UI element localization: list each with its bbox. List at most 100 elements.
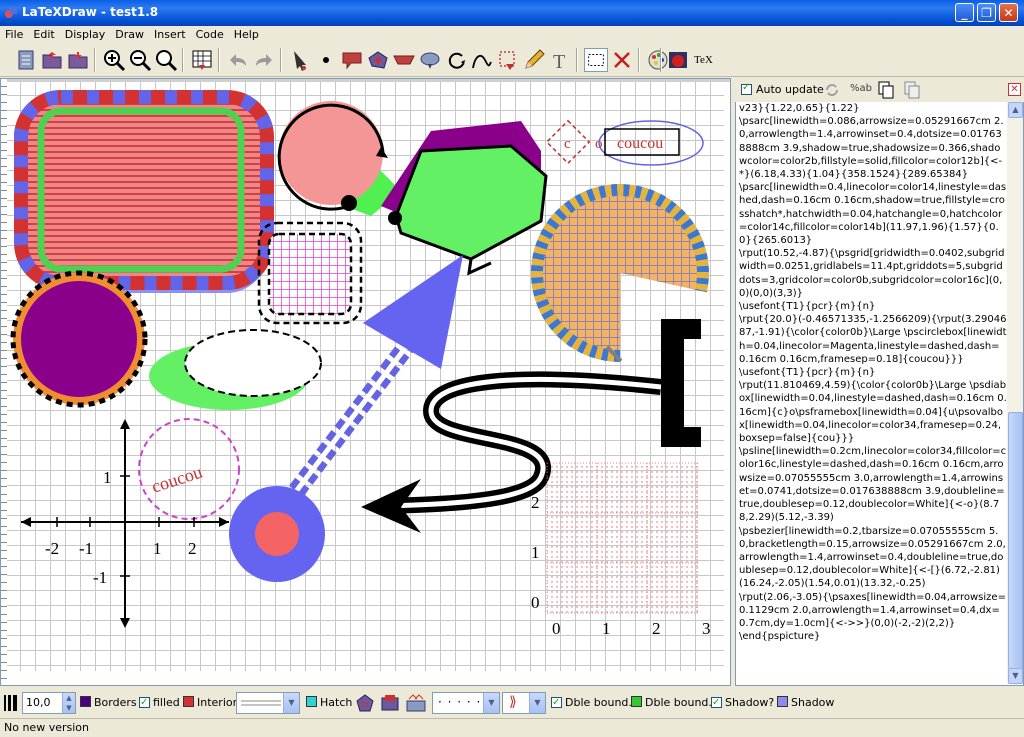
axis-x-tick-neg2: -2 bbox=[45, 539, 59, 558]
double-boundary-color-label: Dble bound. bbox=[645, 696, 712, 709]
line-style-dropdown-icon[interactable]: ▼ bbox=[283, 693, 299, 713]
zoom-out-icon[interactable] bbox=[128, 48, 152, 72]
shadow-checkbox[interactable]: Shadow? bbox=[711, 694, 774, 712]
menu-code[interactable]: Code bbox=[191, 26, 229, 43]
bezier-icon[interactable] bbox=[470, 48, 494, 72]
undo-icon[interactable] bbox=[226, 48, 250, 72]
close-button[interactable]: ✕ bbox=[999, 3, 1018, 22]
axis-x-tick-2: 2 bbox=[188, 539, 197, 558]
preview-icon[interactable] bbox=[666, 48, 690, 72]
ellipse-icon[interactable] bbox=[418, 48, 442, 72]
double-boundary-color-button[interactable]: Dble bound. bbox=[631, 694, 712, 712]
double-boundary-checkbox[interactable]: Dble bound. bbox=[551, 694, 632, 712]
spinner-arrows-icon[interactable]: ▲ ▼ bbox=[62, 693, 75, 713]
line-style-select[interactable]: ▼ bbox=[236, 692, 300, 714]
thickness-spinner[interactable]: 10,0 ▲ ▼ bbox=[22, 692, 76, 714]
auto-update-checkbox[interactable] bbox=[741, 82, 752, 95]
zoom-default-icon[interactable] bbox=[154, 48, 178, 72]
code-panel-header: Auto update %ab ✕ bbox=[735, 78, 1024, 102]
refresh-icon[interactable] bbox=[823, 81, 841, 99]
shadow-settings-icon[interactable] bbox=[405, 693, 427, 713]
minimize-button[interactable]: _ bbox=[955, 3, 974, 22]
code-vertical-scrollbar[interactable]: ▲ ▼ bbox=[1007, 102, 1023, 684]
shadow-color-button[interactable]: Shadow bbox=[777, 694, 834, 712]
main-toolbar: T TeX bbox=[0, 44, 1024, 77]
grid-x-label-2: 2 bbox=[652, 619, 661, 638]
menu-file[interactable]: File bbox=[0, 26, 28, 43]
menu-draw[interactable]: Draw bbox=[110, 26, 149, 43]
line-tool-icon[interactable] bbox=[340, 48, 364, 72]
dash-style-select[interactable]: · · · · · · ▼ bbox=[432, 692, 500, 714]
polygon-shape[interactable] bbox=[381, 121, 548, 276]
menu-display[interactable]: Display bbox=[60, 26, 111, 43]
coucou-circle-box[interactable]: coucou bbox=[138, 418, 240, 520]
close-code-panel-button[interactable]: ✕ bbox=[1008, 83, 1021, 96]
drawing-canvas[interactable]: c o coucou coucou -2 -1 1 2 1 -1 0 1 2 3… bbox=[7, 82, 724, 671]
tex-button[interactable]: TeX bbox=[694, 48, 718, 72]
scroll-up-icon[interactable]: ▲ bbox=[1008, 102, 1023, 118]
status-text: No new version bbox=[4, 721, 89, 734]
double-boundary-check-label: Dble bound. bbox=[565, 696, 632, 709]
drawing-area: c o coucou coucou -2 -1 1 2 1 -1 0 1 2 3… bbox=[0, 78, 731, 686]
dash-style-dropdown-icon[interactable]: ▼ bbox=[483, 693, 499, 713]
hatch-color-button[interactable]: Hatch bbox=[306, 694, 352, 712]
menu-edit[interactable]: Edit bbox=[28, 26, 59, 43]
grid-icon[interactable] bbox=[190, 48, 214, 72]
arc-shape[interactable] bbox=[277, 101, 401, 216]
arrow-style-dropdown-icon[interactable]: ▼ bbox=[529, 693, 545, 713]
rounded-rectangle-shape[interactable] bbox=[14, 90, 274, 293]
gradient-icon[interactable] bbox=[380, 693, 400, 713]
open-folder-icon[interactable] bbox=[40, 48, 64, 72]
save-folder-icon[interactable] bbox=[66, 48, 90, 72]
hatch-style-icon[interactable] bbox=[355, 693, 375, 713]
paste-icon[interactable] bbox=[903, 81, 921, 99]
menu-bar: File Edit Display Draw Insert Code Help bbox=[0, 26, 1024, 44]
maximize-button[interactable]: ❐ bbox=[977, 3, 996, 22]
borders-color-button[interactable]: Borders bbox=[80, 694, 137, 712]
code-text[interactable]: v23}{1.22,0.65}{1.22} \psarc[linewidth=0… bbox=[739, 102, 1007, 684]
thickness-icon bbox=[4, 695, 17, 711]
grid-x-label-1: 1 bbox=[602, 619, 611, 638]
drawing-svg[interactable]: c o coucou coucou -2 -1 1 2 1 -1 0 1 2 3… bbox=[7, 82, 724, 671]
coucou-diamond-text: c bbox=[564, 136, 571, 152]
dot-icon[interactable] bbox=[314, 48, 338, 72]
delete-icon[interactable] bbox=[610, 48, 634, 72]
shadow-check-label: Shadow? bbox=[725, 696, 775, 709]
axes-shape[interactable]: -2 -1 1 2 1 -1 bbox=[21, 419, 229, 628]
new-document-icon[interactable] bbox=[14, 48, 38, 72]
polygon-icon[interactable] bbox=[366, 48, 390, 72]
grid-y-label-2: 2 bbox=[531, 493, 540, 512]
code-scroll-thumb[interactable] bbox=[1008, 412, 1023, 669]
axis-x-tick-neg1: -1 bbox=[79, 539, 93, 558]
coucou-text-box[interactable]: c o coucou bbox=[545, 119, 704, 166]
format-label[interactable]: %ab bbox=[850, 83, 872, 94]
interior-label: Interior bbox=[197, 696, 238, 709]
ellipse-shape[interactable] bbox=[149, 329, 322, 410]
shadow-color-swatch bbox=[777, 696, 788, 707]
selection-rectangle-icon[interactable] bbox=[584, 48, 608, 72]
select-arrow-icon[interactable] bbox=[288, 48, 312, 72]
grid-x-label-0: 0 bbox=[552, 619, 561, 638]
borders-label: Borders bbox=[94, 696, 137, 709]
redo-icon[interactable] bbox=[252, 48, 276, 72]
borders-color-swatch bbox=[80, 696, 91, 707]
pencil-icon[interactable] bbox=[522, 48, 546, 72]
dashed-shape-icon[interactable] bbox=[496, 48, 520, 72]
auto-update-label: Auto update bbox=[756, 83, 824, 96]
filled-checkbox[interactable]: filled bbox=[139, 694, 180, 712]
filled-label: filled bbox=[153, 696, 180, 709]
arrow-style-select[interactable]: ⟫ ▼ bbox=[502, 692, 546, 714]
scroll-down-icon[interactable]: ▼ bbox=[1008, 668, 1023, 684]
dotted-grid-shape[interactable]: 0 1 2 3 0 1 2 bbox=[531, 462, 711, 638]
menu-insert[interactable]: Insert bbox=[149, 26, 191, 43]
pink-grid-square[interactable] bbox=[257, 221, 363, 325]
arc-icon[interactable] bbox=[444, 48, 468, 72]
interior-color-button[interactable]: Interior bbox=[183, 694, 237, 712]
text-tool-icon[interactable]: T bbox=[548, 48, 572, 72]
menu-help[interactable]: Help bbox=[229, 26, 264, 43]
copy-icon[interactable] bbox=[877, 81, 895, 99]
zoom-in-icon[interactable] bbox=[102, 48, 126, 72]
purple-circle-shape[interactable] bbox=[10, 270, 148, 408]
grid-x-label-3: 3 bbox=[702, 619, 711, 638]
rhombus-icon[interactable] bbox=[392, 48, 416, 72]
